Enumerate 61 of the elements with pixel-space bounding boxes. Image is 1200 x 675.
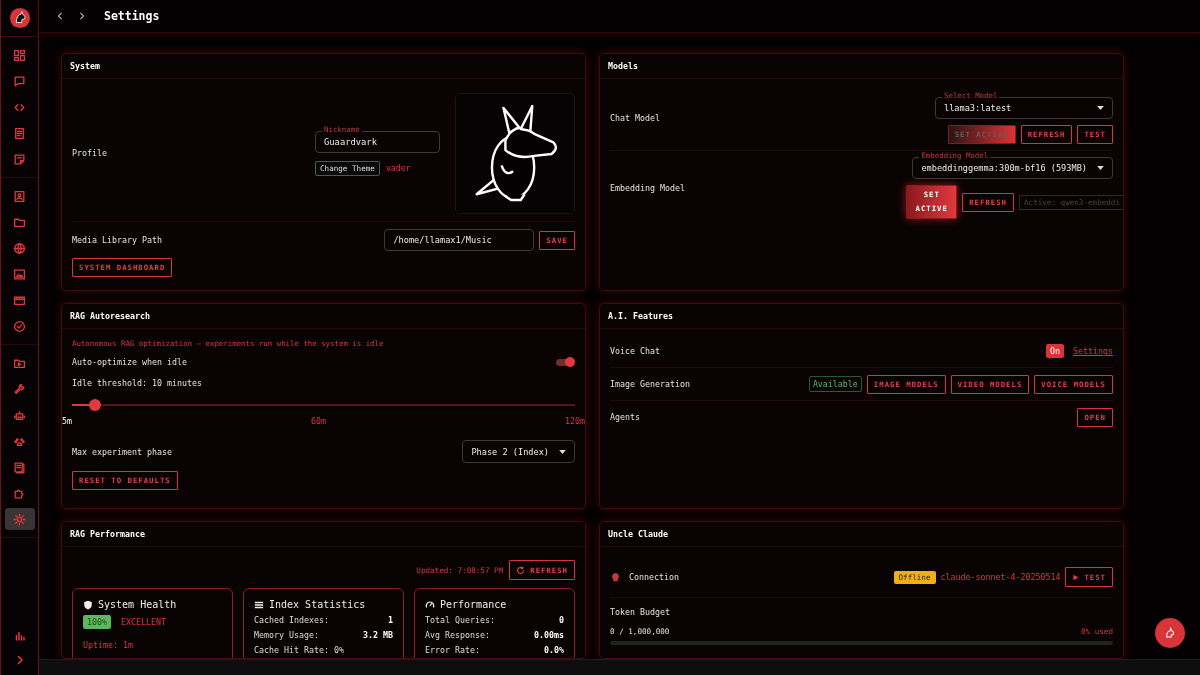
card-title: Models bbox=[608, 61, 638, 71]
tick-label: 120m bbox=[565, 416, 585, 426]
stat-value: 0.0% bbox=[544, 645, 564, 655]
threshold-slider[interactable] bbox=[72, 399, 575, 411]
stat-value: 1 bbox=[388, 615, 393, 625]
threshold-label: Idle threshold: 10 minutes bbox=[72, 378, 203, 388]
auto-optimize-toggle[interactable] bbox=[556, 358, 573, 366]
status-badge: Available bbox=[808, 376, 862, 392]
feature-label: Agents bbox=[610, 412, 640, 422]
theme-name: vader bbox=[385, 163, 411, 173]
health-status: EXCELLENT bbox=[121, 617, 166, 627]
panel-title: Performance bbox=[440, 599, 507, 610]
settings-link[interactable]: Settings bbox=[1073, 346, 1113, 356]
stat-value: 3.2 MB bbox=[363, 630, 393, 640]
uptime-text: Uptime: 1m bbox=[83, 640, 134, 650]
shield-icon bbox=[83, 599, 93, 610]
profile-label: Profile bbox=[72, 148, 107, 158]
panel-title: System Health bbox=[98, 599, 177, 610]
stat-label: Memory Usage: bbox=[254, 630, 319, 640]
media-path-label: Media Library Path bbox=[72, 235, 162, 245]
stat-label: Avg Response: bbox=[425, 630, 490, 640]
model-name: claude-sonnet-4-20250514 bbox=[940, 572, 1061, 582]
caret-icon bbox=[1097, 166, 1104, 170]
tick-label: 60m bbox=[311, 416, 326, 426]
caret-icon bbox=[1097, 106, 1104, 110]
play-icon bbox=[1072, 573, 1080, 581]
connection-label: Connection bbox=[629, 572, 679, 582]
panel-title: Index Statistics bbox=[269, 599, 366, 610]
phase-label: Max experiment phase bbox=[72, 446, 172, 457]
card-title: Uncle Claude bbox=[608, 529, 668, 539]
page-title: Settings bbox=[104, 9, 160, 23]
path-field[interactable]: /home/llamax1/Music bbox=[384, 229, 535, 251]
card-title: A.I. Features bbox=[608, 311, 673, 321]
stat-label: Error Rate: bbox=[425, 645, 480, 655]
back-icon[interactable] bbox=[56, 12, 64, 20]
gauge-icon bbox=[425, 599, 435, 610]
list-icon bbox=[254, 599, 264, 610]
stat-label: Cache Hit Rate: 0% bbox=[254, 645, 344, 655]
stat-label: Cached Indexes: bbox=[254, 615, 329, 625]
card-title: RAG Performance bbox=[70, 529, 145, 539]
budget-label: Token Budget bbox=[610, 607, 671, 617]
slider-thumb[interactable] bbox=[88, 399, 101, 411]
card-title: System bbox=[70, 61, 100, 71]
stat-label: Total Queries: bbox=[425, 615, 495, 625]
health-score: 100% bbox=[83, 615, 111, 629]
stat-value: 0.00ms bbox=[534, 630, 564, 640]
feature-label: Voice Chat bbox=[610, 346, 660, 356]
assistant-button[interactable] bbox=[1155, 618, 1185, 648]
refresh-icon bbox=[516, 565, 526, 575]
forward-icon[interactable] bbox=[78, 12, 86, 20]
phase-select[interactable]: Phase 2 (Index) bbox=[462, 440, 575, 463]
model-label: Chat Model bbox=[610, 113, 660, 123]
card-title: RAG Autoresearch bbox=[70, 311, 150, 321]
caret-icon bbox=[559, 449, 566, 454]
stat-value: 0 bbox=[559, 615, 564, 625]
settings-icon[interactable] bbox=[4, 508, 35, 530]
tick-label: 5m bbox=[62, 416, 72, 426]
feature-label: Image Generation bbox=[610, 379, 690, 389]
toggle-label: Auto-optimize when idle bbox=[72, 357, 187, 367]
model-label: Embedding Model bbox=[610, 183, 685, 193]
status-badge: On bbox=[1046, 344, 1065, 358]
